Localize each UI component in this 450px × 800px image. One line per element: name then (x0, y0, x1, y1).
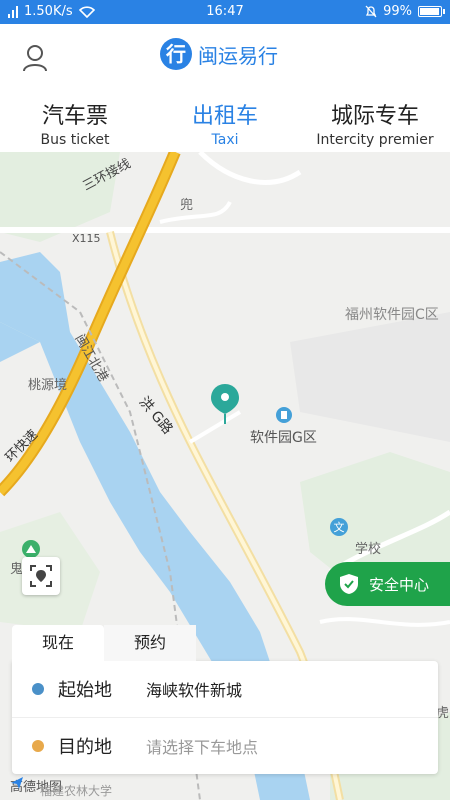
start-value: 海峡软件新城 (146, 681, 243, 700)
tab-label-zh: 出租车 (191, 104, 258, 129)
building-poi-icon[interactable] (276, 407, 292, 423)
tab-label-zh: 汽车票 (41, 104, 108, 129)
shield-icon (340, 574, 358, 594)
safety-center-label: 安全中心 (369, 575, 430, 594)
tab-now[interactable]: 现在 (12, 625, 104, 661)
destination-label: 目的地 (58, 737, 112, 758)
tab-label-en: Bus ticket (40, 132, 110, 148)
amap-logo-icon (11, 777, 23, 789)
booking-panel: 现在 预约 起始地 海峡软件新城 目的地 请选择下车地点 (12, 625, 438, 775)
tab-taxi[interactable]: 出租车 Taxi (150, 90, 300, 152)
location-pin-icon[interactable] (210, 384, 240, 426)
tab-intercity-premier[interactable]: 城际专车 Intercity premier (300, 90, 450, 152)
tab-label-en: Intercity premier (316, 132, 434, 148)
app-name: 闽运易行 (198, 43, 278, 68)
user-icon[interactable] (22, 44, 48, 72)
map-label-school: 学校 (355, 542, 382, 557)
locate-icon (30, 565, 52, 587)
school-poi-icon[interactable]: 文 (330, 518, 348, 536)
address-card: 起始地 海峡软件新城 目的地 请选择下车地点 (12, 661, 438, 774)
map-label-doupu: 兜 (180, 198, 194, 213)
destination-row[interactable]: 目的地 请选择下车地点 (12, 717, 438, 774)
svg-text:文: 文 (334, 520, 345, 534)
map-label-taoyuan: 桃源境 (28, 378, 68, 393)
app-header: 行 闽运易行 (0, 24, 450, 90)
brand: 行 闽运易行 (160, 38, 278, 70)
locate-button[interactable] (22, 557, 60, 595)
destination-dot-icon (32, 740, 44, 752)
tab-bus-ticket[interactable]: 汽车票 Bus ticket (0, 90, 150, 152)
status-bar: 1.50K/s 16:47 99% (0, 0, 450, 24)
map-label-software-park-c: 福州软件园C区 (345, 307, 439, 323)
destination-placeholder: 请选择下车地点 (146, 738, 259, 757)
mute-bell-icon (365, 5, 377, 18)
park-poi-icon[interactable] (22, 540, 40, 558)
tab-label-en: Taxi (211, 132, 239, 148)
tab-label-zh: 城际专车 (330, 104, 419, 129)
start-dot-icon (32, 683, 44, 695)
map-label-x115: X115 (72, 232, 101, 245)
start-label: 起始地 (58, 680, 112, 701)
app-logo-icon: 行 (160, 38, 192, 70)
map-label-university: 福建农林大学 (40, 784, 113, 798)
start-location-row[interactable]: 起始地 海峡软件新城 (12, 661, 438, 717)
tab-reserve[interactable]: 预约 (104, 625, 196, 661)
map-label-software-park-g: 软件园G区 (250, 430, 317, 446)
service-tabs: 汽车票 Bus ticket 出租车 Taxi 城际专车 Intercity p… (0, 90, 450, 152)
safety-center-button[interactable]: 安全中心 (325, 562, 450, 606)
time-tabs: 现在 预约 (12, 625, 438, 661)
battery-icon (418, 6, 445, 17)
battery-percent: 99% (383, 4, 412, 19)
